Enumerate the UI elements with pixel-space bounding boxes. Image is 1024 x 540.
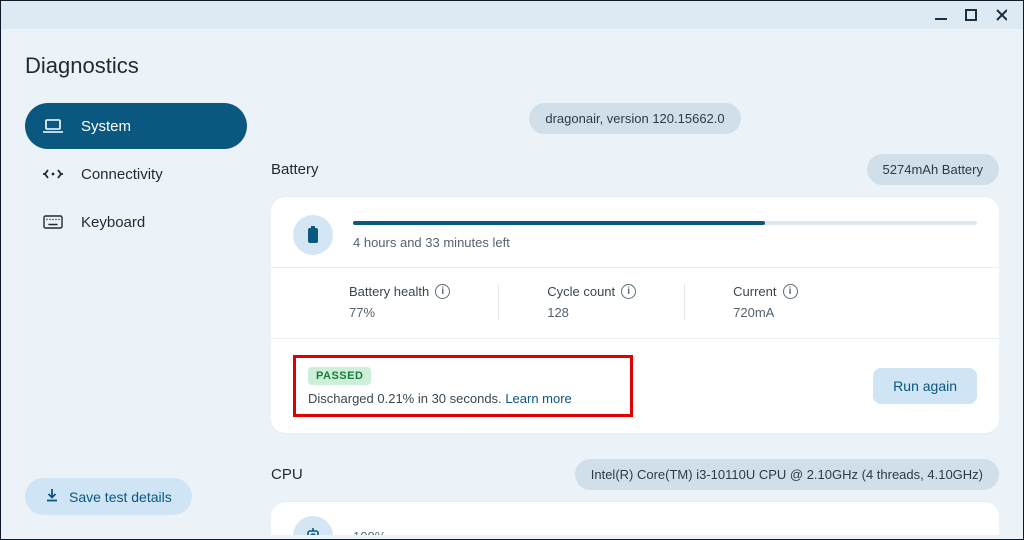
app-window: Diagnostics System Connectivity [0,0,1024,540]
battery-time-left: 4 hours and 33 minutes left [353,235,977,250]
titlebar [1,1,1023,29]
info-icon[interactable]: i [435,284,450,299]
learn-more-link[interactable]: Learn more [505,391,571,406]
battery-icon [293,215,333,255]
keyboard-icon [43,214,63,230]
battery-progress-bar [353,221,977,225]
battery-health-value: 77% [349,305,450,320]
save-test-details-label: Save test details [69,489,172,505]
device-version-pill: dragonair, version 120.15662.0 [529,103,740,134]
chip-icon [293,516,333,535]
save-test-details-button[interactable]: Save test details [25,478,192,515]
sidebar-item-system[interactable]: System [25,103,247,149]
cpu-card: 100% [271,502,999,535]
sidebar: System Connectivity Keyboard [25,103,247,535]
result-text: Discharged 0.21% in 30 seconds. [308,391,502,406]
battery-capacity-pill: 5274mAh Battery [867,154,999,185]
sidebar-item-connectivity[interactable]: Connectivity [25,151,247,197]
connectivity-icon [43,166,63,182]
battery-health-label: Battery health [349,284,429,299]
sidebar-item-label: System [81,118,131,135]
battery-section-title: Battery [271,161,319,178]
sidebar-item-label: Keyboard [81,214,145,231]
download-icon [45,488,59,505]
info-icon[interactable]: i [783,284,798,299]
cycle-count-label: Cycle count [547,284,615,299]
cpu-percent: 100% [353,529,386,536]
test-result-highlight: PASSED Discharged 0.21% in 30 seconds. L… [293,355,633,417]
maximize-button[interactable] [965,9,977,21]
current-value: 720mA [733,305,797,320]
close-button[interactable] [995,9,1007,21]
laptop-icon [43,118,63,134]
run-again-button[interactable]: Run again [873,368,977,404]
cpu-spec-pill: Intel(R) Core(TM) i3-10110U CPU @ 2.10GH… [575,459,999,490]
sidebar-item-keyboard[interactable]: Keyboard [25,199,247,245]
main-panel: dragonair, version 120.15662.0 Battery 5… [271,103,999,535]
status-badge: PASSED [308,367,371,385]
battery-card: 4 hours and 33 minutes left Battery heal… [271,197,999,433]
cycle-count-value: 128 [547,305,636,320]
info-icon[interactable]: i [621,284,636,299]
minimize-button[interactable] [935,9,947,21]
sidebar-item-label: Connectivity [81,166,163,183]
page-title: Diagnostics [25,53,999,79]
current-label: Current [733,284,776,299]
cpu-section-title: CPU [271,466,303,483]
